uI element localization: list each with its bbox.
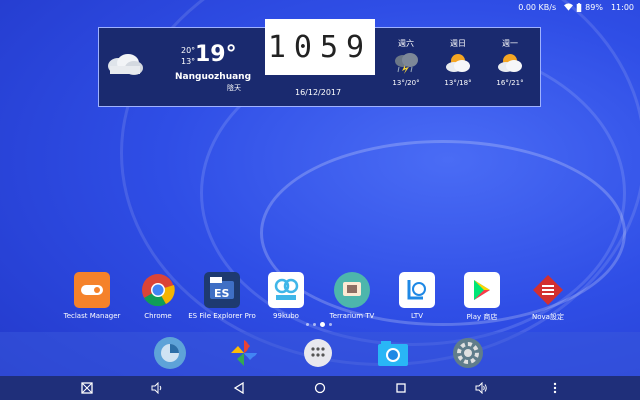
temp-low: 13° [181,57,196,66]
forecast-day-label: 週日 [450,39,466,48]
status-clock: 11:00 [610,2,634,12]
current-temp: 19° [195,42,237,67]
es-file-explorer-icon: ES [204,272,240,308]
svg-text:ES: ES [214,287,230,300]
widget-date: 16/12/2017 [295,88,342,97]
cloudy-icon [104,52,144,80]
app-nova-settings[interactable]: Nova設定 [508,272,588,322]
ltv-icon [399,272,435,308]
play-store-icon [464,272,500,308]
volume-up-icon[interactable] [474,381,488,395]
temp-high: 20° [181,46,196,55]
terrarium-tv-icon [334,272,370,308]
page-dot-active[interactable] [320,322,325,327]
forecast-day: 週六 13°/20° [383,38,429,87]
settings-gear-icon[interactable] [451,336,485,370]
dock [0,332,640,376]
nova-settings-icon [530,272,566,308]
app-drawer-icon[interactable] [301,336,335,370]
forecast-range: 16°/21° [496,79,524,87]
weather-clock-widget[interactable]: 20° 13° 19° Nanguozhuang 陰天 1059 16/12/2… [98,19,541,107]
camera-icon[interactable] [376,336,410,370]
city-name: Nanguozhuang [175,72,252,82]
recent-apps-icon[interactable] [394,381,408,395]
more-options-icon[interactable] [548,381,562,395]
forecast-day-label: 週一 [502,39,518,48]
widget-clock[interactable]: 1059 [265,19,375,75]
home-icon[interactable] [313,381,327,395]
network-speed: 0.00 KB/s [518,2,557,12]
volume-down-icon[interactable] [150,381,164,395]
forecast-day-label: 週六 [398,39,414,48]
forecast-day: 週日 13°/18° [435,38,481,87]
status-bar: 0.00 KB/s 89% 11:00 [0,0,640,14]
chrome-icon [140,272,176,308]
screenshot-icon[interactable] [80,381,94,395]
back-icon[interactable] [232,381,246,395]
page-indicator[interactable] [306,322,332,327]
wifi-icon [564,3,574,11]
teclast-manager-icon [74,272,110,308]
forecast-range: 13°/20° [392,79,420,87]
temp-range: 20° 13° [181,45,195,67]
page-dot[interactable] [329,323,332,326]
page-dot[interactable] [313,323,316,326]
storm-cloud-icon [383,49,429,77]
battery-level: 89% [585,2,603,12]
photos-icon[interactable] [227,336,261,370]
weather-condition: 陰天 [227,84,241,92]
partly-sunny-icon [487,49,533,77]
aperture-app-icon[interactable] [153,336,187,370]
battery-icon [576,2,582,12]
forecast-day: 週一 16°/21° [487,38,533,87]
partly-sunny-icon [435,49,481,77]
page-dot[interactable] [306,323,309,326]
forecast-range: 13°/18° [444,79,472,87]
99kubo-icon [268,272,304,308]
navigation-bar [0,376,640,400]
